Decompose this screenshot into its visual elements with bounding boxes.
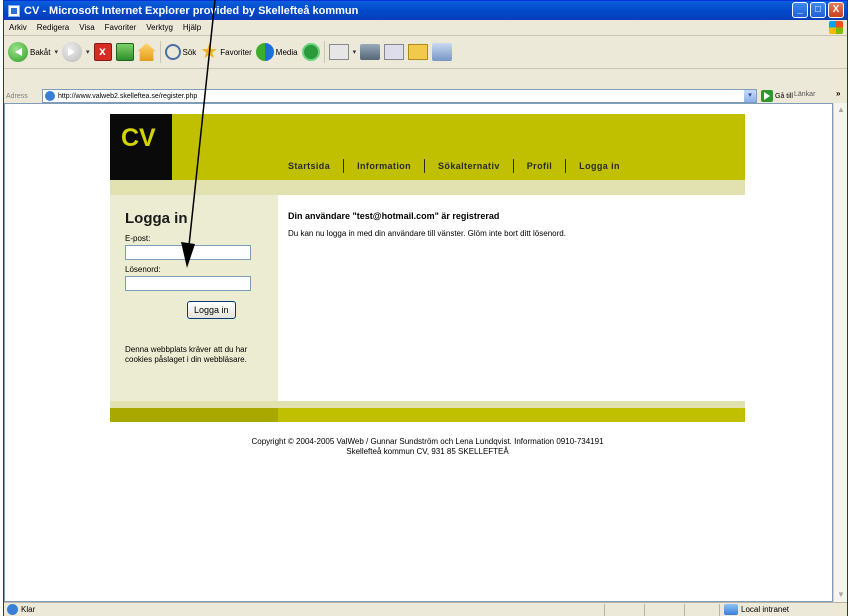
minimize-button[interactable]: _ xyxy=(792,2,808,18)
back-button-label[interactable]: Bakåt xyxy=(30,48,50,57)
menu-verktyg[interactable]: Verktyg xyxy=(146,23,173,32)
messenger-icon[interactable] xyxy=(432,43,453,61)
windows-logo-icon xyxy=(829,21,843,34)
vertical-scrollbar[interactable]: ▲ ▼ xyxy=(833,103,847,602)
media-button-label[interactable]: Media xyxy=(276,48,298,57)
edit-icon[interactable] xyxy=(384,44,405,60)
page-status-icon xyxy=(7,604,18,615)
favorites-button-label[interactable]: Favoriter xyxy=(220,48,252,57)
copyright-line-2: Skellefteå kommun CV, 931 85 SKELLEFTEÅ xyxy=(346,447,509,456)
copyright-line-1: Copyright © 2004-2005 ValWeb / Gunnar Su… xyxy=(251,437,604,446)
nav-startsida[interactable]: Startsida xyxy=(288,161,343,171)
copyright: Copyright © 2004-2005 ValWeb / Gunnar Su… xyxy=(110,437,745,457)
go-arrow-icon[interactable] xyxy=(761,90,773,102)
address-dropdown-icon[interactable]: ▾ xyxy=(744,90,756,102)
menu-visa[interactable]: Visa xyxy=(79,23,94,32)
status-divider xyxy=(684,604,685,616)
zone-label: Local intranet xyxy=(741,605,790,614)
status-divider xyxy=(719,604,720,616)
registration-title: Din användare "test@hotmail.com" är regi… xyxy=(288,211,500,221)
footer-band-right xyxy=(278,408,745,422)
title-bar[interactable]: CV - Microsoft Internet Explorer provide… xyxy=(4,1,847,20)
window-controls: _ □ X xyxy=(792,2,844,18)
go-label[interactable]: Gå till xyxy=(775,93,793,100)
favorites-star-icon[interactable]: ★ xyxy=(200,42,218,62)
search-button-label[interactable]: Sök xyxy=(183,48,197,57)
password-field[interactable] xyxy=(125,276,251,291)
footer-band-light xyxy=(110,401,745,408)
login-title: Logga in xyxy=(125,210,188,227)
refresh-icon[interactable] xyxy=(115,43,134,61)
email-field[interactable] xyxy=(125,245,251,260)
standard-toolbar: Bakåt ▾ ▾ x Sök ★ Favoriter Media ▾ xyxy=(4,36,847,69)
close-button[interactable]: X xyxy=(828,2,844,18)
history-icon[interactable] xyxy=(301,43,320,61)
links-label[interactable]: Länkar xyxy=(794,91,815,98)
back-arrow-icon[interactable] xyxy=(8,42,28,62)
status-text: Klar xyxy=(21,605,36,614)
go-button[interactable]: Gå till xyxy=(761,90,793,102)
mail-dropdown-icon[interactable]: ▾ xyxy=(353,48,357,56)
menu-redigera[interactable]: Redigera xyxy=(37,23,69,32)
menu-bar: Arkiv Redigera Visa Favoriter Verktyg Hj… xyxy=(4,20,847,36)
cookie-note: Denna webbplats kräver att du har cookie… xyxy=(125,345,248,364)
status-bar: Klar Local intranet xyxy=(4,602,847,616)
print-icon[interactable] xyxy=(360,44,381,60)
stop-icon[interactable]: x xyxy=(93,43,112,61)
cv-site: CV Startsida Information Sökalternativ P… xyxy=(110,114,745,422)
scroll-down-icon[interactable]: ▼ xyxy=(835,588,847,602)
status-divider xyxy=(604,604,605,616)
message-panel: Din användare "test@hotmail.com" är regi… xyxy=(278,195,745,401)
address-input[interactable]: http://www.valweb2.skelleftea.se/registe… xyxy=(42,89,757,103)
toolbar-separator xyxy=(323,41,325,63)
maximize-button[interactable]: □ xyxy=(810,2,826,18)
back-dropdown-icon[interactable]: ▾ xyxy=(54,48,58,56)
page-icon xyxy=(45,91,55,101)
forward-arrow-icon[interactable] xyxy=(61,42,82,62)
links-chevron-icon[interactable]: » xyxy=(836,89,840,98)
footer-band xyxy=(110,408,745,422)
status-divider xyxy=(644,604,645,616)
menu-arkiv[interactable]: Arkiv xyxy=(9,23,27,32)
forward-dropdown-icon[interactable]: ▾ xyxy=(86,48,90,56)
site-nav: Startsida Information Sökalternativ Prof… xyxy=(288,159,633,173)
media-icon[interactable] xyxy=(255,43,274,61)
address-label: Adress xyxy=(6,92,28,100)
toolbar-separator xyxy=(159,41,161,63)
menu-hjalp[interactable]: Hjälp xyxy=(183,23,201,32)
site-logo[interactable]: CV xyxy=(110,114,172,180)
search-icon[interactable] xyxy=(164,44,181,60)
mail-icon[interactable] xyxy=(328,44,349,60)
browser-window: CV - Microsoft Internet Explorer provide… xyxy=(3,0,848,616)
header-band xyxy=(110,180,745,195)
page-viewport: CV Startsida Information Sökalternativ P… xyxy=(4,103,833,602)
ie-icon xyxy=(8,4,20,17)
home-icon[interactable] xyxy=(137,43,156,61)
email-label: E-post: xyxy=(125,234,151,243)
site-header: CV Startsida Information Sökalternativ P… xyxy=(110,114,745,180)
address-bar: Adress http://www.valweb2.skelleftea.se/… xyxy=(4,89,847,103)
content-row: Logga in E-post: Lösenord: Logga in Denn… xyxy=(110,195,745,401)
nav-profil[interactable]: Profil xyxy=(514,161,565,171)
footer-band-left xyxy=(110,408,278,422)
password-label: Lösenord: xyxy=(125,265,161,274)
nav-logga-in[interactable]: Logga in xyxy=(566,161,633,171)
menu-favoriter[interactable]: Favoriter xyxy=(105,23,137,32)
nav-sokalternativ[interactable]: Sökalternativ xyxy=(425,161,513,171)
window-title: CV - Microsoft Internet Explorer provide… xyxy=(24,4,359,17)
login-panel: Logga in E-post: Lösenord: Logga in Denn… xyxy=(110,195,278,401)
address-url[interactable]: http://www.valweb2.skelleftea.se/registe… xyxy=(58,93,197,100)
scroll-up-icon[interactable]: ▲ xyxy=(835,103,847,117)
nav-information[interactable]: Information xyxy=(344,161,424,171)
registration-text: Du kan nu logga in med din användare til… xyxy=(288,229,566,238)
folder-icon[interactable] xyxy=(408,44,429,60)
intranet-zone-icon xyxy=(724,604,738,615)
login-button[interactable]: Logga in xyxy=(187,301,236,319)
